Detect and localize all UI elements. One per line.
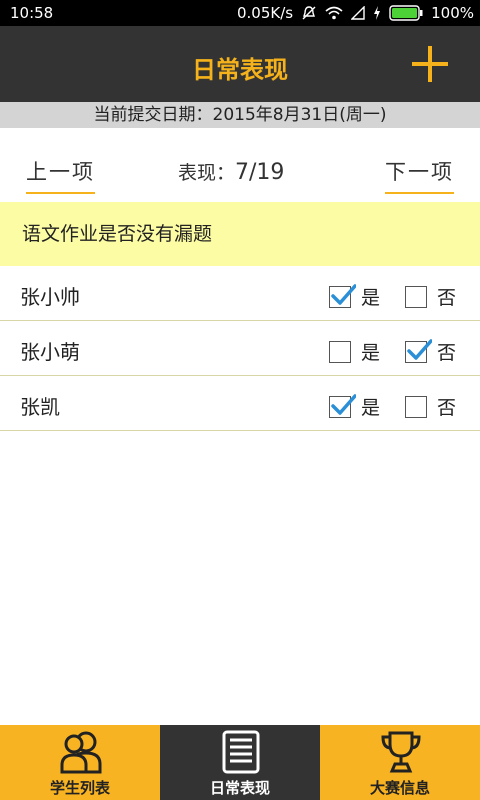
prev-item-button[interactable]: 上一项	[26, 156, 95, 194]
pager: 上一项 表现：7/19 下一项	[0, 128, 480, 202]
tab-label: 大赛信息	[369, 779, 430, 797]
yes-option[interactable]: 是	[329, 338, 380, 365]
student-name: 张小帅	[20, 285, 80, 309]
no-label: 否	[437, 342, 457, 364]
net-speed: 0.05K/s	[237, 4, 294, 22]
page-title: 日常表现	[192, 56, 288, 84]
tab-student-list[interactable]: 学生列表	[0, 725, 160, 800]
counter-label: 表现：	[178, 162, 236, 184]
tab-daily-performance[interactable]: 日常表现	[160, 725, 320, 800]
no-label: 否	[437, 287, 457, 309]
tab-competition-info[interactable]: 大赛信息	[320, 725, 480, 800]
yes-label: 是	[361, 287, 381, 309]
check-icon	[407, 338, 432, 360]
plus-icon[interactable]	[412, 46, 448, 82]
yes-checkbox[interactable]	[329, 283, 356, 308]
no-option[interactable]: 否	[405, 338, 456, 365]
bottom-tab-bar: 学生列表 日常表现 大赛信息	[0, 725, 480, 800]
battery-level: 100%	[431, 4, 474, 22]
yes-label: 是	[361, 397, 381, 419]
no-option[interactable]: 否	[405, 283, 456, 310]
no-checkbox[interactable]	[405, 285, 427, 308]
submit-date: 当前提交日期：2015年8月31日(周一)	[0, 102, 480, 128]
check-icon	[331, 393, 356, 415]
trophy-icon	[380, 730, 422, 774]
yes-label: 是	[361, 342, 381, 364]
student-name: 张凯	[20, 395, 60, 419]
no-checkbox[interactable]	[405, 338, 432, 363]
battery-icon	[389, 5, 423, 21]
document-list-icon	[220, 730, 262, 774]
item-counter: 表现：7/19	[178, 158, 284, 185]
student-list: 张小帅 是 否 张小萌 是 否 张凯 是 否	[0, 266, 480, 431]
check-icon	[331, 283, 356, 305]
no-checkbox[interactable]	[405, 395, 427, 418]
student-row: 张小萌 是 否	[0, 321, 480, 376]
status-time: 10:58	[10, 4, 54, 22]
next-item-button[interactable]: 下一项	[385, 156, 454, 194]
charging-icon	[373, 6, 381, 20]
student-row: 张凯 是 否	[0, 376, 480, 431]
signal-icon	[351, 6, 365, 20]
question-text: 语文作业是否没有漏题	[0, 202, 480, 266]
status-right: 0.05K/s 100%	[237, 4, 474, 22]
tab-label: 学生列表	[49, 779, 110, 797]
yes-checkbox[interactable]	[329, 393, 356, 418]
yes-checkbox[interactable]	[329, 340, 351, 363]
counter-value: 7/19	[235, 160, 285, 185]
users-icon	[60, 730, 102, 774]
wifi-icon	[325, 6, 343, 20]
no-label: 否	[437, 397, 457, 419]
tab-label: 日常表现	[209, 779, 270, 797]
student-name: 张小萌	[20, 340, 80, 364]
no-option[interactable]: 否	[405, 393, 456, 420]
student-row: 张小帅 是 否	[0, 266, 480, 321]
yes-option[interactable]: 是	[329, 283, 380, 310]
mute-icon	[301, 5, 317, 21]
app-header: 日常表现	[0, 26, 480, 102]
yes-option[interactable]: 是	[329, 393, 380, 420]
status-bar: 10:58 0.05K/s 100%	[0, 0, 480, 26]
